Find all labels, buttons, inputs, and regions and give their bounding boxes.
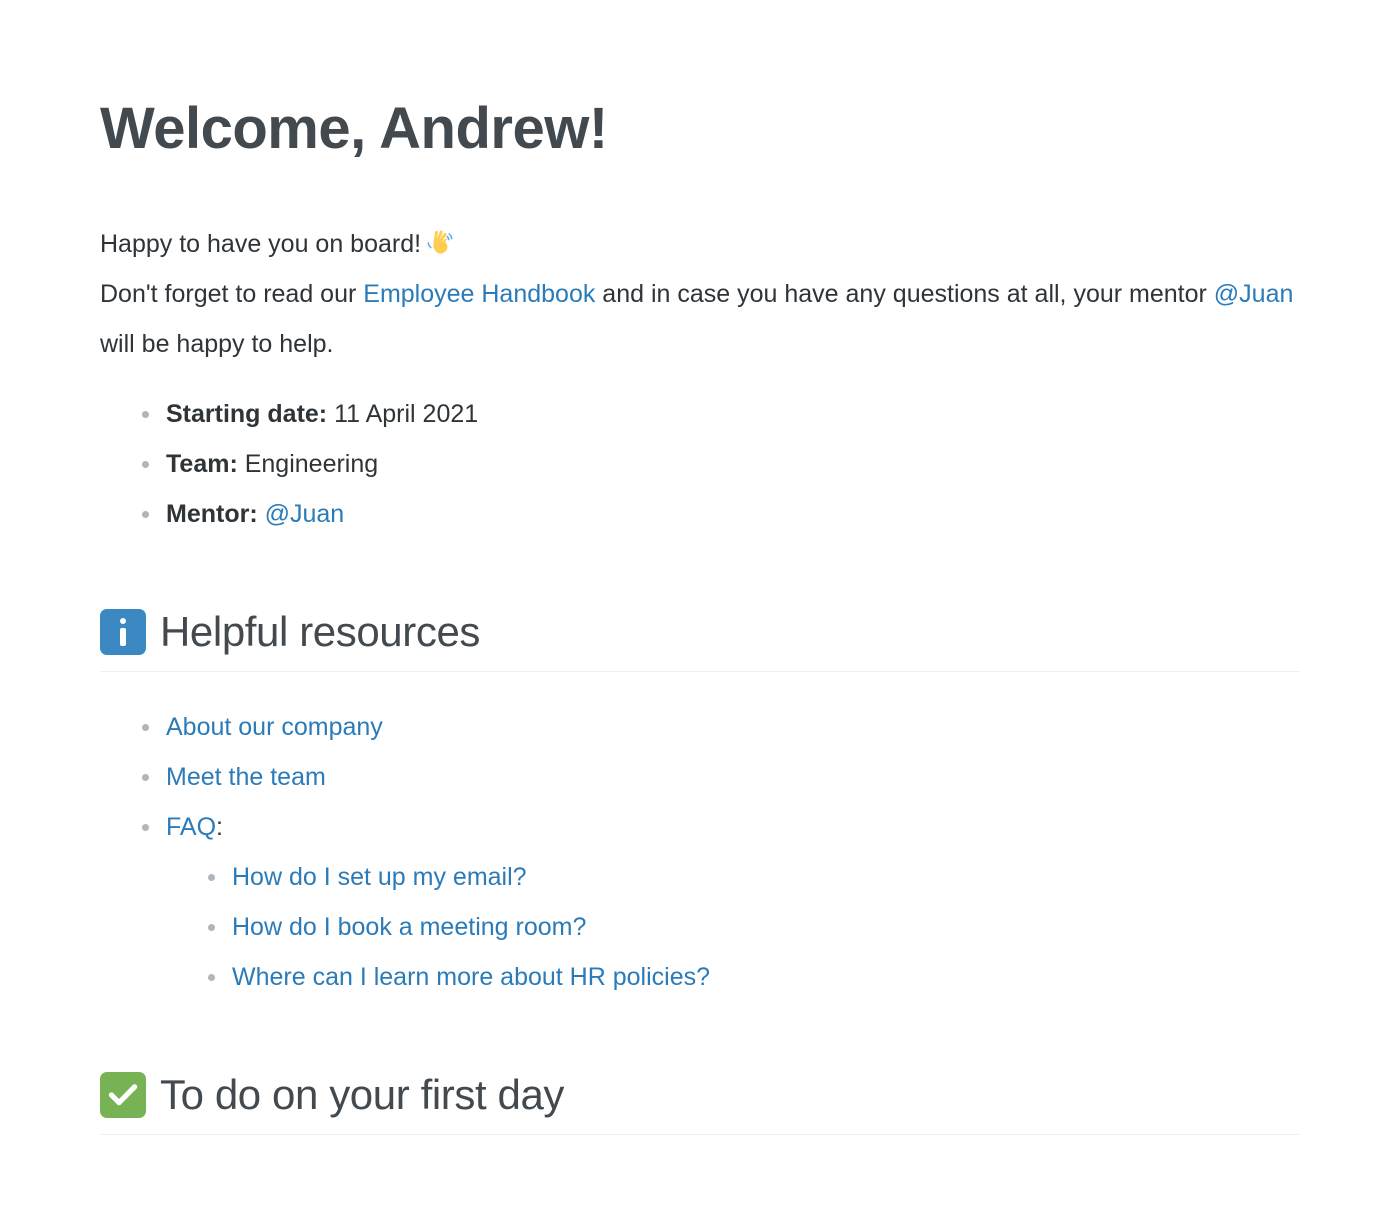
faq-email-setup-link[interactable]: How do I set up my email? (232, 863, 527, 891)
faq-sublist: How do I set up my email? How do I book … (166, 852, 1300, 1002)
about-our-company-link[interactable]: About our company (166, 713, 383, 741)
intro-prefix-text: Don't forget to read our (100, 279, 364, 308)
first-day-heading: To do on your first day (100, 1070, 1300, 1134)
list-item: Mentor: @Juan (140, 489, 1300, 539)
list-item: FAQ: How do I set up my email? How do I … (140, 802, 1300, 1002)
list-item: About our company (140, 702, 1300, 752)
intro-middle-text: and in case you have any questions at al… (595, 279, 1214, 308)
helpful-resources-list: About our company Meet the team FAQ: How… (100, 672, 1300, 1002)
faq-meeting-room-link[interactable]: How do I book a meeting room? (232, 913, 586, 941)
list-item: How do I set up my email? (206, 852, 1300, 902)
helpful-resources-heading: Helpful resources (100, 607, 1300, 671)
section-heading-label: To do on your first day (160, 1070, 565, 1118)
list-item: How do I book a meeting room? (206, 902, 1300, 952)
intro-suffix-text: will be happy to help. (100, 329, 334, 358)
faq-colon: : (216, 812, 223, 841)
intro-greeting-text: Happy to have you on board! (100, 229, 422, 258)
fact-label: Mentor: (166, 499, 258, 528)
list-item: Starting date: 11 April 2021 (140, 389, 1300, 439)
first-day-section: To do on your first day (100, 1002, 1300, 1136)
fact-value: 11 April 2021 (327, 399, 479, 428)
faq-hr-policies-link[interactable]: Where can I learn more about HR policies… (232, 963, 710, 991)
section-heading-label: Helpful resources (160, 607, 481, 655)
mentor-link[interactable]: @Juan (265, 500, 345, 528)
section-divider (100, 1134, 1300, 1136)
fact-label: Starting date: (166, 399, 328, 428)
meet-the-team-link[interactable]: Meet the team (166, 763, 326, 791)
list-item: Where can I learn more about HR policies… (206, 952, 1300, 1002)
mentor-mention-link[interactable]: @Juan (1214, 280, 1294, 308)
waving-hand-icon (425, 228, 455, 258)
white-check-mark-icon (100, 1071, 146, 1118)
document-body: Welcome, Andrew! Happy to have you on bo… (0, 0, 1400, 1136)
employee-handbook-link[interactable]: Employee Handbook (363, 280, 595, 308)
information-source-icon (100, 608, 146, 655)
fact-value: Engineering (237, 449, 379, 478)
list-item: Team: Engineering (140, 439, 1300, 489)
list-item: Meet the team (140, 752, 1300, 802)
helpful-resources-section: Helpful resources About our company Meet… (100, 539, 1300, 1002)
onboarding-facts-list: Starting date: 11 April 2021 Team: Engin… (100, 389, 1300, 539)
fact-label: Team: (166, 449, 238, 478)
intro-paragraph: Happy to have you on board! Don't forget… (100, 163, 1300, 369)
intro-line-greeting: Happy to have you on board! (100, 219, 1300, 269)
page-title: Welcome, Andrew! (100, 96, 608, 161)
faq-link[interactable]: FAQ (166, 813, 216, 841)
intro-line-handbook: Don't forget to read our Employee Handbo… (100, 269, 1300, 369)
